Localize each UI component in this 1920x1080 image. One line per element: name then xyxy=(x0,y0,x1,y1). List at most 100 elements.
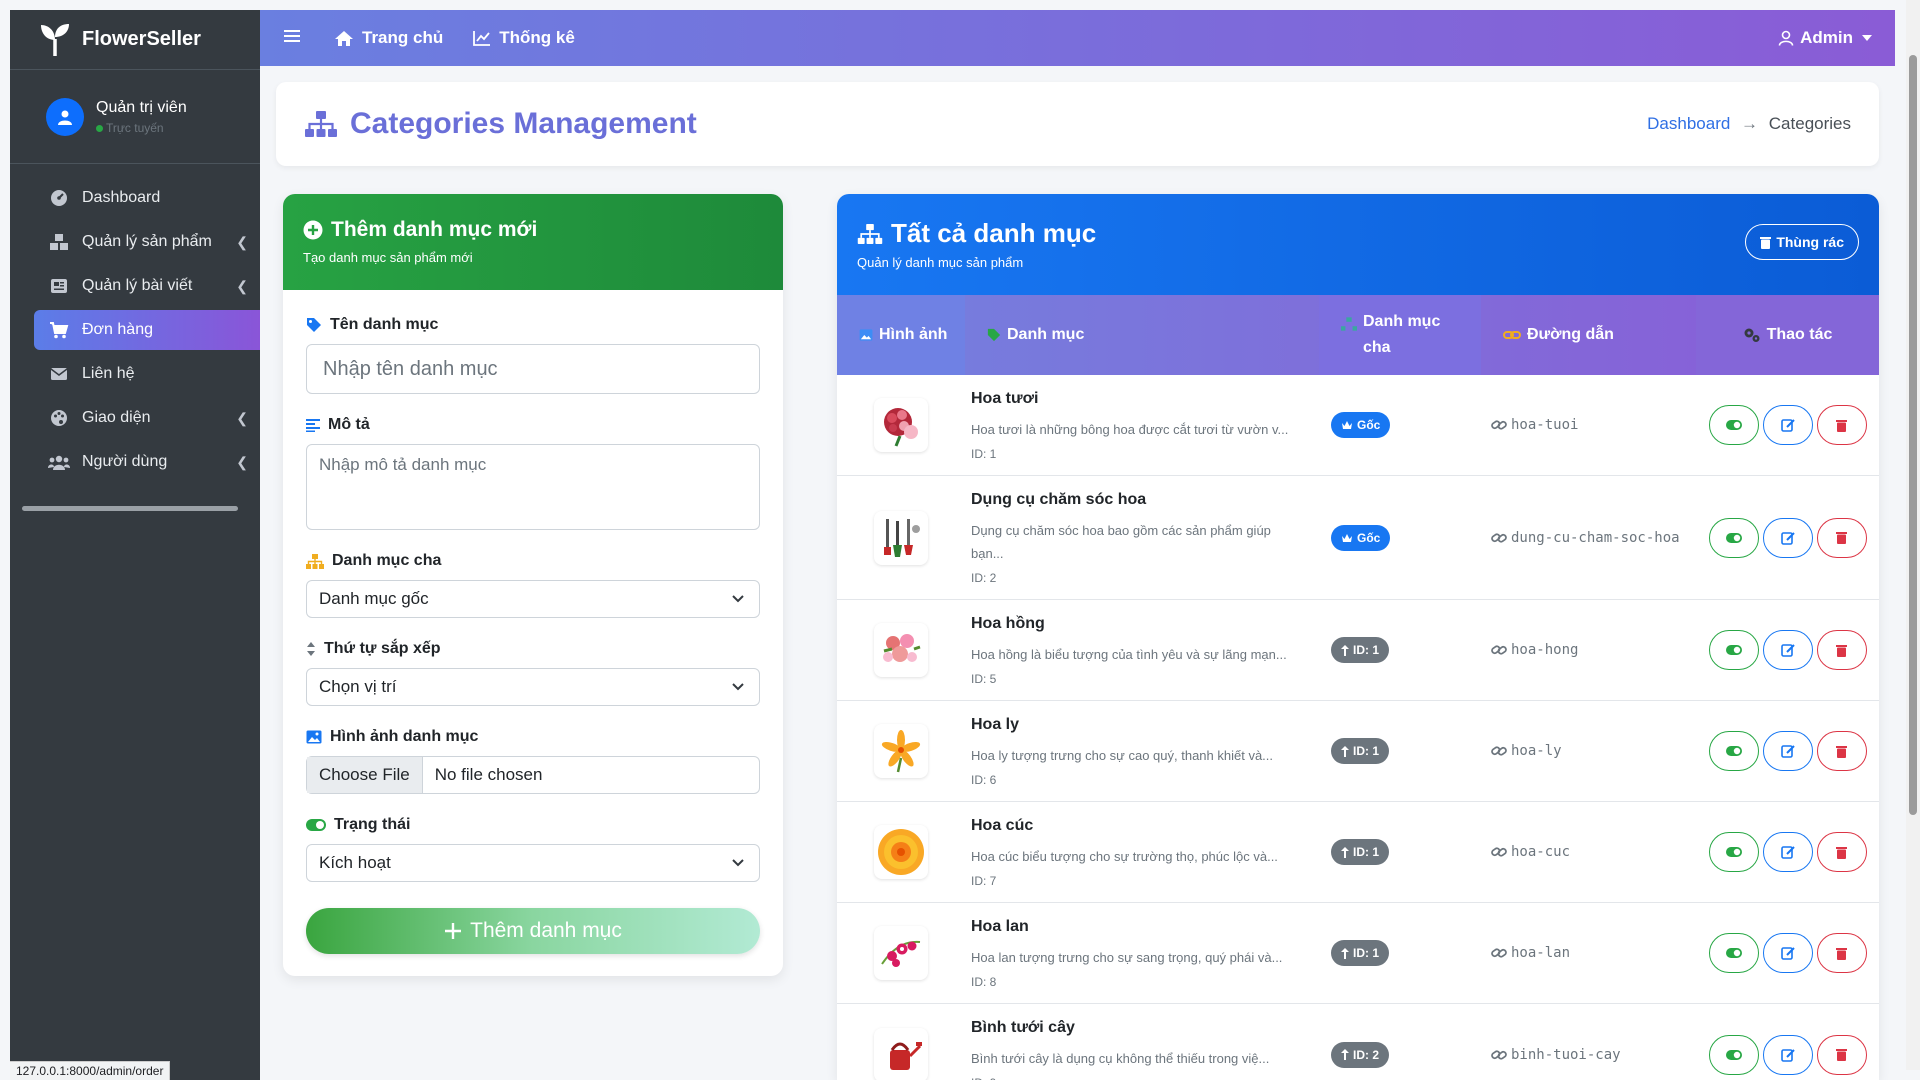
edit-button[interactable] xyxy=(1762,731,1813,771)
delete-button[interactable] xyxy=(1816,731,1867,771)
edit-icon xyxy=(1780,419,1795,432)
choose-file-button[interactable]: Choose File xyxy=(307,757,423,793)
category-name-input[interactable]: Nhập tên danh mục xyxy=(306,344,760,394)
breadcrumb-dashboard-link[interactable]: Dashboard xyxy=(1647,114,1730,133)
edit-button[interactable] xyxy=(1762,630,1813,670)
category-name: Hoa lan xyxy=(971,917,1029,935)
parent-badge: Gốc xyxy=(1331,412,1391,438)
sidebar-item-label: Đơn hàng xyxy=(82,321,153,338)
col-parent-label: Danh mục cha xyxy=(1363,313,1441,356)
sidebar-item-posts[interactable]: Quản lý bài viết ❮ xyxy=(34,266,260,306)
brand-link[interactable]: FlowerSeller xyxy=(10,10,260,70)
delete-button[interactable] xyxy=(1816,630,1867,670)
toggle-on-icon xyxy=(1725,948,1742,958)
status-select[interactable]: Kích hoạt xyxy=(306,844,760,882)
categories-table-card: Tất cả danh mục Quản lý danh mục sản phẩ… xyxy=(837,194,1879,1080)
scrollbar-thumb[interactable] xyxy=(1909,55,1917,815)
palette-icon xyxy=(48,409,70,427)
page-scrollbar[interactable] xyxy=(1906,0,1920,1070)
sidebar-item-products[interactable]: Quản lý sản phẩm ❮ xyxy=(34,222,260,262)
status-bar-url: 127.0.0.1:8000/admin/order xyxy=(10,1061,171,1080)
category-desc: Dụng cụ chăm sóc hoa bao gồm các sản phẩ… xyxy=(971,522,1271,561)
category-thumbnail xyxy=(874,510,928,565)
category-id: ID: 8 xyxy=(971,974,997,989)
toggle-visibility-button[interactable] xyxy=(1708,1034,1759,1075)
category-id: ID: 1 xyxy=(971,446,997,461)
link-icon xyxy=(1491,532,1507,543)
table-column-headers: Hình ảnh Danh mục Danh mục cha Đường dẫn… xyxy=(837,295,1879,375)
level-up-icon xyxy=(1341,1049,1349,1060)
link-icon xyxy=(1491,645,1507,655)
table-row[interactable]: Bình tưới cây Bình tưới cây là dụng cụ kh… xyxy=(837,1004,1879,1080)
delete-button[interactable] xyxy=(1816,517,1867,558)
delete-button[interactable] xyxy=(1816,1034,1867,1075)
toggle-visibility-button[interactable] xyxy=(1708,933,1759,973)
trash-icon xyxy=(1836,1049,1847,1061)
edit-button[interactable] xyxy=(1762,517,1813,558)
toggle-visibility-button[interactable] xyxy=(1708,731,1759,771)
nav-home-link[interactable]: Trang chủ xyxy=(334,28,443,48)
table-row[interactable]: Dụng cụ chăm sóc hoa Dụng cụ chăm sóc hoa… xyxy=(837,476,1879,600)
toggle-visibility-button[interactable] xyxy=(1708,405,1759,445)
link-icon xyxy=(1491,420,1507,430)
col-slug-label: Đường dẫn xyxy=(1527,326,1614,343)
boxes-icon xyxy=(48,233,70,251)
trash-icon xyxy=(1836,419,1847,432)
parent-badge-text: Gốc xyxy=(1357,418,1381,432)
menu-toggle-button[interactable] xyxy=(284,28,300,48)
sidebar-item-orders[interactable]: Đơn hàng xyxy=(34,310,260,350)
parent-badge: ID: 1 xyxy=(1331,738,1390,764)
parent-category-value: Danh mục gốc xyxy=(319,589,429,608)
table-row[interactable]: Hoa lan Hoa lan tượng trưng cho sự sang t… xyxy=(837,903,1879,1004)
newspaper-icon xyxy=(48,278,70,294)
table-title: Tất cả danh mục xyxy=(891,218,1097,248)
nav-stats-link[interactable]: Thống kê xyxy=(473,28,575,48)
scrollbar-thumb[interactable] xyxy=(22,506,238,511)
trash-button-label: Thùng rác xyxy=(1776,234,1844,250)
toggle-visibility-button[interactable] xyxy=(1708,832,1759,872)
sidebar-item-theme[interactable]: Giao diện ❮ xyxy=(34,398,260,438)
category-thumbnail xyxy=(874,724,928,778)
table-row[interactable]: Hoa hồng Hoa hồng là biểu tượng của tình … xyxy=(837,600,1879,701)
sort-order-select[interactable]: Chọn vị trí xyxy=(306,668,760,706)
edit-button[interactable] xyxy=(1762,405,1813,445)
link-icon xyxy=(1491,1049,1507,1060)
nav-home-label: Trang chủ xyxy=(362,28,444,47)
table-row[interactable]: Hoa tươi Hoa tươi là những bông hoa được … xyxy=(837,375,1879,476)
image-file-input[interactable]: Choose File No file chosen xyxy=(306,756,760,794)
col-actions-label: Thao tác xyxy=(1766,326,1833,343)
order-label: Thứ tự sắp xếp xyxy=(306,640,760,658)
tag-icon xyxy=(987,328,1001,342)
description-textarea[interactable]: Nhập mô tả danh mục xyxy=(306,444,760,530)
table-row[interactable]: Hoa cúc Hoa cúc biểu tượng cho sự trường … xyxy=(837,802,1879,903)
edit-button[interactable] xyxy=(1762,832,1813,872)
edit-button[interactable] xyxy=(1762,933,1813,973)
sidebar-item-contact[interactable]: Liên hệ xyxy=(34,354,260,394)
roses-image xyxy=(883,634,921,662)
image-label: Hình ảnh danh mục xyxy=(306,728,760,746)
sidebar-hscrollbar[interactable] xyxy=(22,503,248,511)
category-name: Hoa tươi xyxy=(971,389,1039,407)
categories-table-header: Tất cả danh mục Quản lý danh mục sản phẩ… xyxy=(837,194,1879,295)
toggle-on-icon xyxy=(1725,1049,1742,1060)
top-navbar: Trang chủ Thống kê Admin xyxy=(260,10,1895,66)
user-panel[interactable]: Quản trị viên Trực tuyến xyxy=(10,70,260,164)
trash-button[interactable]: Thùng rác xyxy=(1745,224,1859,260)
sort-order-value: Chọn vị trí xyxy=(319,677,397,696)
parent-category-select[interactable]: Danh mục gốc xyxy=(306,580,760,618)
sidebar-item-users[interactable]: Người dùng ❮ xyxy=(34,442,260,482)
toggle-on-icon xyxy=(1725,746,1742,756)
col-parent: Danh mục cha xyxy=(1319,295,1481,375)
delete-button[interactable] xyxy=(1816,933,1867,973)
admin-dropdown[interactable]: Admin xyxy=(1778,28,1873,48)
sidebar-item-dashboard[interactable]: Dashboard xyxy=(34,178,260,218)
add-category-button[interactable]: Thêm danh mục xyxy=(306,908,760,954)
delete-button[interactable] xyxy=(1816,405,1867,445)
toggle-visibility-button[interactable] xyxy=(1708,630,1759,670)
add-category-card: Thêm danh mục mới Tạo danh mục sản phẩm … xyxy=(283,194,783,976)
edit-button[interactable] xyxy=(1762,1034,1813,1075)
toggle-visibility-button[interactable] xyxy=(1708,517,1759,558)
table-row[interactable]: Hoa ly Hoa ly tượng trưng cho sự cao quý,… xyxy=(837,701,1879,802)
delete-button[interactable] xyxy=(1816,832,1867,872)
garden-tools-image xyxy=(884,518,920,557)
